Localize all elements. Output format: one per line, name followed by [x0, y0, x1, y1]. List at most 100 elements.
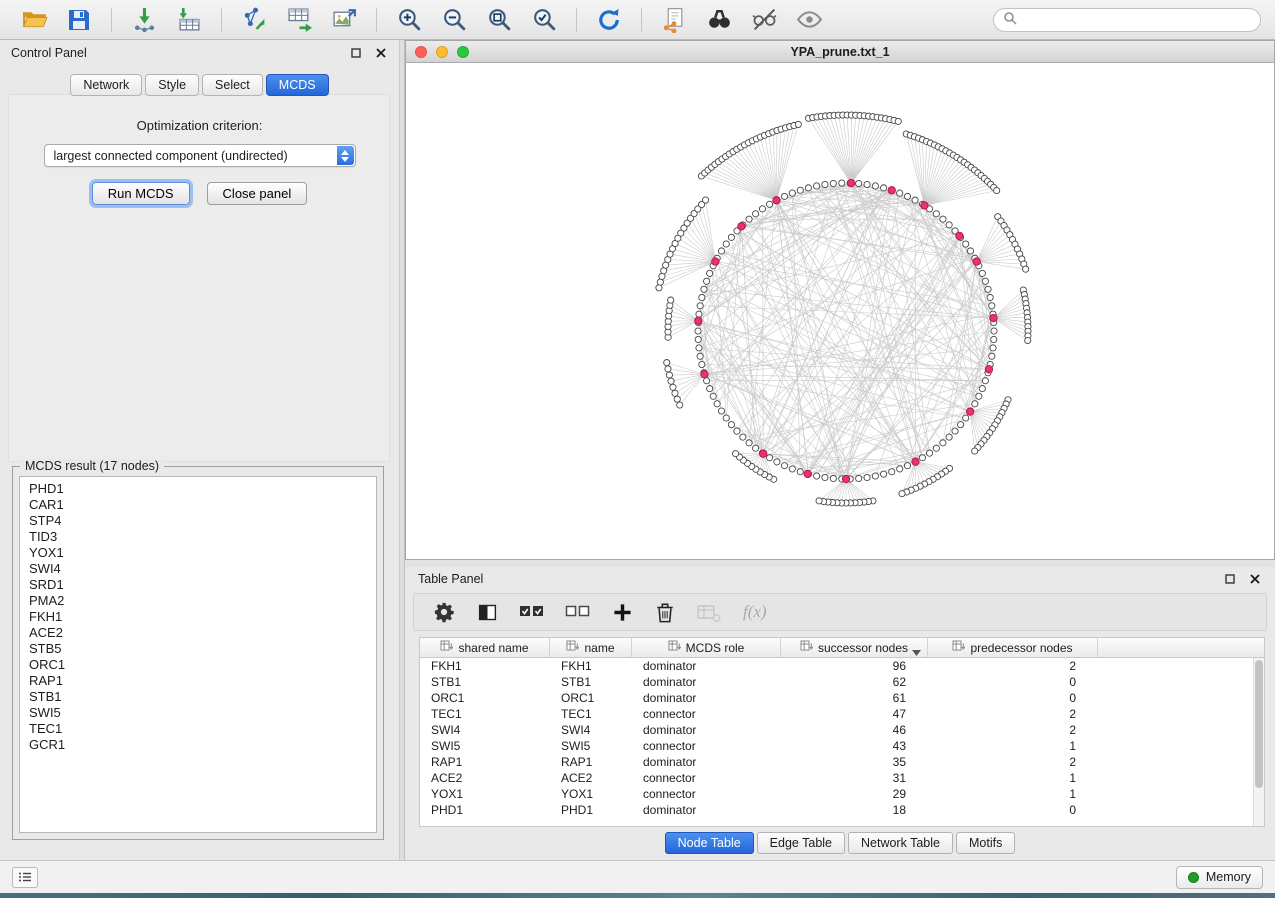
automation-panel-icon[interactable]	[12, 867, 38, 888]
cell: YOX1	[550, 787, 632, 801]
hide-details-icon[interactable]	[744, 4, 784, 36]
network-titlebar[interactable]: YPA_prune.txt_1	[406, 41, 1274, 63]
cell: 35	[781, 755, 928, 769]
table-row-ACE2[interactable]: ACE2ACE2connector311	[420, 770, 1264, 786]
mcds-result-item[interactable]: CAR1	[20, 497, 376, 513]
cell: connector	[632, 739, 781, 753]
export-network-icon[interactable]	[234, 4, 274, 36]
table-row-SWI4[interactable]: SWI4SWI4dominator462	[420, 722, 1264, 738]
function-builder-button[interactable]: f(x)	[743, 602, 767, 622]
mcds-result-item[interactable]: STP4	[20, 513, 376, 529]
import-network-icon[interactable]	[124, 4, 164, 36]
tab-motifs[interactable]: Motifs	[956, 832, 1015, 854]
mcds-result-item[interactable]: YOX1	[20, 545, 376, 561]
table-row-FKH1[interactable]: FKH1FKH1dominator962	[420, 658, 1264, 674]
save-session-icon[interactable]	[59, 4, 99, 36]
mcds-result-item[interactable]: SRD1	[20, 577, 376, 593]
mcds-result-item[interactable]: RAP1	[20, 673, 376, 689]
table-row-RAP1[interactable]: RAP1RAP1dominator352	[420, 754, 1264, 770]
table-scrollbar[interactable]	[1253, 658, 1264, 826]
add-row-icon[interactable]	[610, 598, 634, 626]
tab-network[interactable]: Network	[70, 74, 142, 96]
table-icon	[952, 640, 965, 655]
network-graph[interactable]	[406, 63, 1274, 559]
close-panel-button[interactable]: Close panel	[207, 182, 308, 205]
mcds-result-item[interactable]: TEC1	[20, 721, 376, 737]
mcds-result-item[interactable]: PHD1	[20, 481, 376, 497]
float-table-panel-icon[interactable]	[1222, 572, 1237, 587]
table-row-SWI5[interactable]: SWI5SWI5connector431	[420, 738, 1264, 754]
mcds-result-item[interactable]: GCR1	[20, 737, 376, 753]
zoom-fit-icon[interactable]	[479, 4, 519, 36]
tab-network-table[interactable]: Network Table	[848, 832, 953, 854]
zoom-selected-icon[interactable]	[524, 4, 564, 36]
cell: 46	[781, 723, 928, 737]
network-view-window: YPA_prune.txt_1	[405, 40, 1275, 560]
cell: 43	[781, 739, 928, 753]
cell: 0	[928, 691, 1098, 705]
mcds-result-item[interactable]: PMA2	[20, 593, 376, 609]
column-header-shared-name[interactable]: shared name	[420, 638, 550, 657]
find-icon[interactable]	[699, 4, 739, 36]
zoom-out-icon[interactable]	[434, 4, 474, 36]
table-row-TEC1[interactable]: TEC1TEC1connector472	[420, 706, 1264, 722]
scrollbar-thumb[interactable]	[1255, 660, 1263, 788]
open-session-icon[interactable]	[14, 4, 54, 36]
network-canvas[interactable]	[406, 63, 1274, 559]
settings-icon[interactable]	[432, 598, 456, 626]
delete-row-icon[interactable]	[653, 598, 677, 626]
cell: PHD1	[420, 803, 550, 817]
share-document-icon[interactable]	[654, 4, 694, 36]
table-row-ORC1[interactable]: ORC1ORC1dominator610	[420, 690, 1264, 706]
criterion-select[interactable]: largest connected component (undirected)	[44, 144, 356, 167]
show-details-icon[interactable]	[789, 4, 829, 36]
table-panel-header: Table Panel	[405, 567, 1275, 591]
window-close-button[interactable]	[415, 46, 427, 58]
mcds-result-item[interactable]: ORC1	[20, 657, 376, 673]
export-image-icon[interactable]	[324, 4, 364, 36]
table-panel: Table Panel f(x) shared namenameMCDS rol…	[405, 567, 1275, 860]
tab-node-table[interactable]: Node Table	[665, 832, 754, 854]
mcds-result-item[interactable]: ACE2	[20, 625, 376, 641]
export-table-icon[interactable]	[279, 4, 319, 36]
horizontal-splitter[interactable]	[405, 560, 1275, 567]
memory-button[interactable]: Memory	[1176, 866, 1263, 889]
column-header-predecessor-nodes[interactable]: predecessor nodes	[928, 638, 1098, 657]
show-columns-icon[interactable]	[475, 598, 499, 626]
deselect-all-icon[interactable]	[564, 598, 591, 626]
table-row-PHD1[interactable]: PHD1PHD1dominator180	[420, 802, 1264, 818]
search-input[interactable]	[1022, 13, 1251, 27]
table-row-YOX1[interactable]: YOX1YOX1connector291	[420, 786, 1264, 802]
mcds-result-item[interactable]: TID3	[20, 529, 376, 545]
column-header-successor-nodes[interactable]: successor nodes	[781, 638, 928, 657]
window-zoom-button[interactable]	[457, 46, 469, 58]
zoom-in-icon[interactable]	[389, 4, 429, 36]
column-header-name[interactable]: name	[550, 638, 632, 657]
window-minimize-button[interactable]	[436, 46, 448, 58]
tab-mcds[interactable]: MCDS	[266, 74, 329, 96]
import-table-icon[interactable]	[169, 4, 209, 36]
column-header-MCDS-role[interactable]: MCDS role	[632, 638, 781, 657]
cell: ORC1	[420, 691, 550, 705]
mcds-result-item[interactable]: STB5	[20, 641, 376, 657]
select-all-icon[interactable]	[518, 598, 545, 626]
toolbar-separator	[376, 8, 377, 32]
tab-style[interactable]: Style	[145, 74, 199, 96]
tab-edge-table[interactable]: Edge Table	[757, 832, 845, 854]
cell: dominator	[632, 659, 781, 673]
desktop-wallpaper-strip	[0, 893, 1275, 898]
table-row-STB1[interactable]: STB1STB1dominator620	[420, 674, 1264, 690]
float-panel-icon[interactable]	[348, 46, 363, 61]
mcds-result-list[interactable]: PHD1CAR1STP4TID3YOX1SWI4SRD1PMA2FKH1ACE2…	[19, 476, 377, 833]
tab-select[interactable]: Select	[202, 74, 263, 96]
mcds-result-item[interactable]: SWI4	[20, 561, 376, 577]
close-panel-icon[interactable]	[373, 46, 388, 61]
search-box[interactable]	[993, 8, 1261, 32]
mcds-result-item[interactable]: SWI5	[20, 705, 376, 721]
mcds-result-item[interactable]: FKH1	[20, 609, 376, 625]
mcds-result-item[interactable]: STB1	[20, 689, 376, 705]
cell: RAP1	[550, 755, 632, 769]
refresh-layout-icon[interactable]	[589, 4, 629, 36]
close-table-panel-icon[interactable]	[1247, 572, 1262, 587]
run-mcds-button[interactable]: Run MCDS	[92, 182, 190, 205]
